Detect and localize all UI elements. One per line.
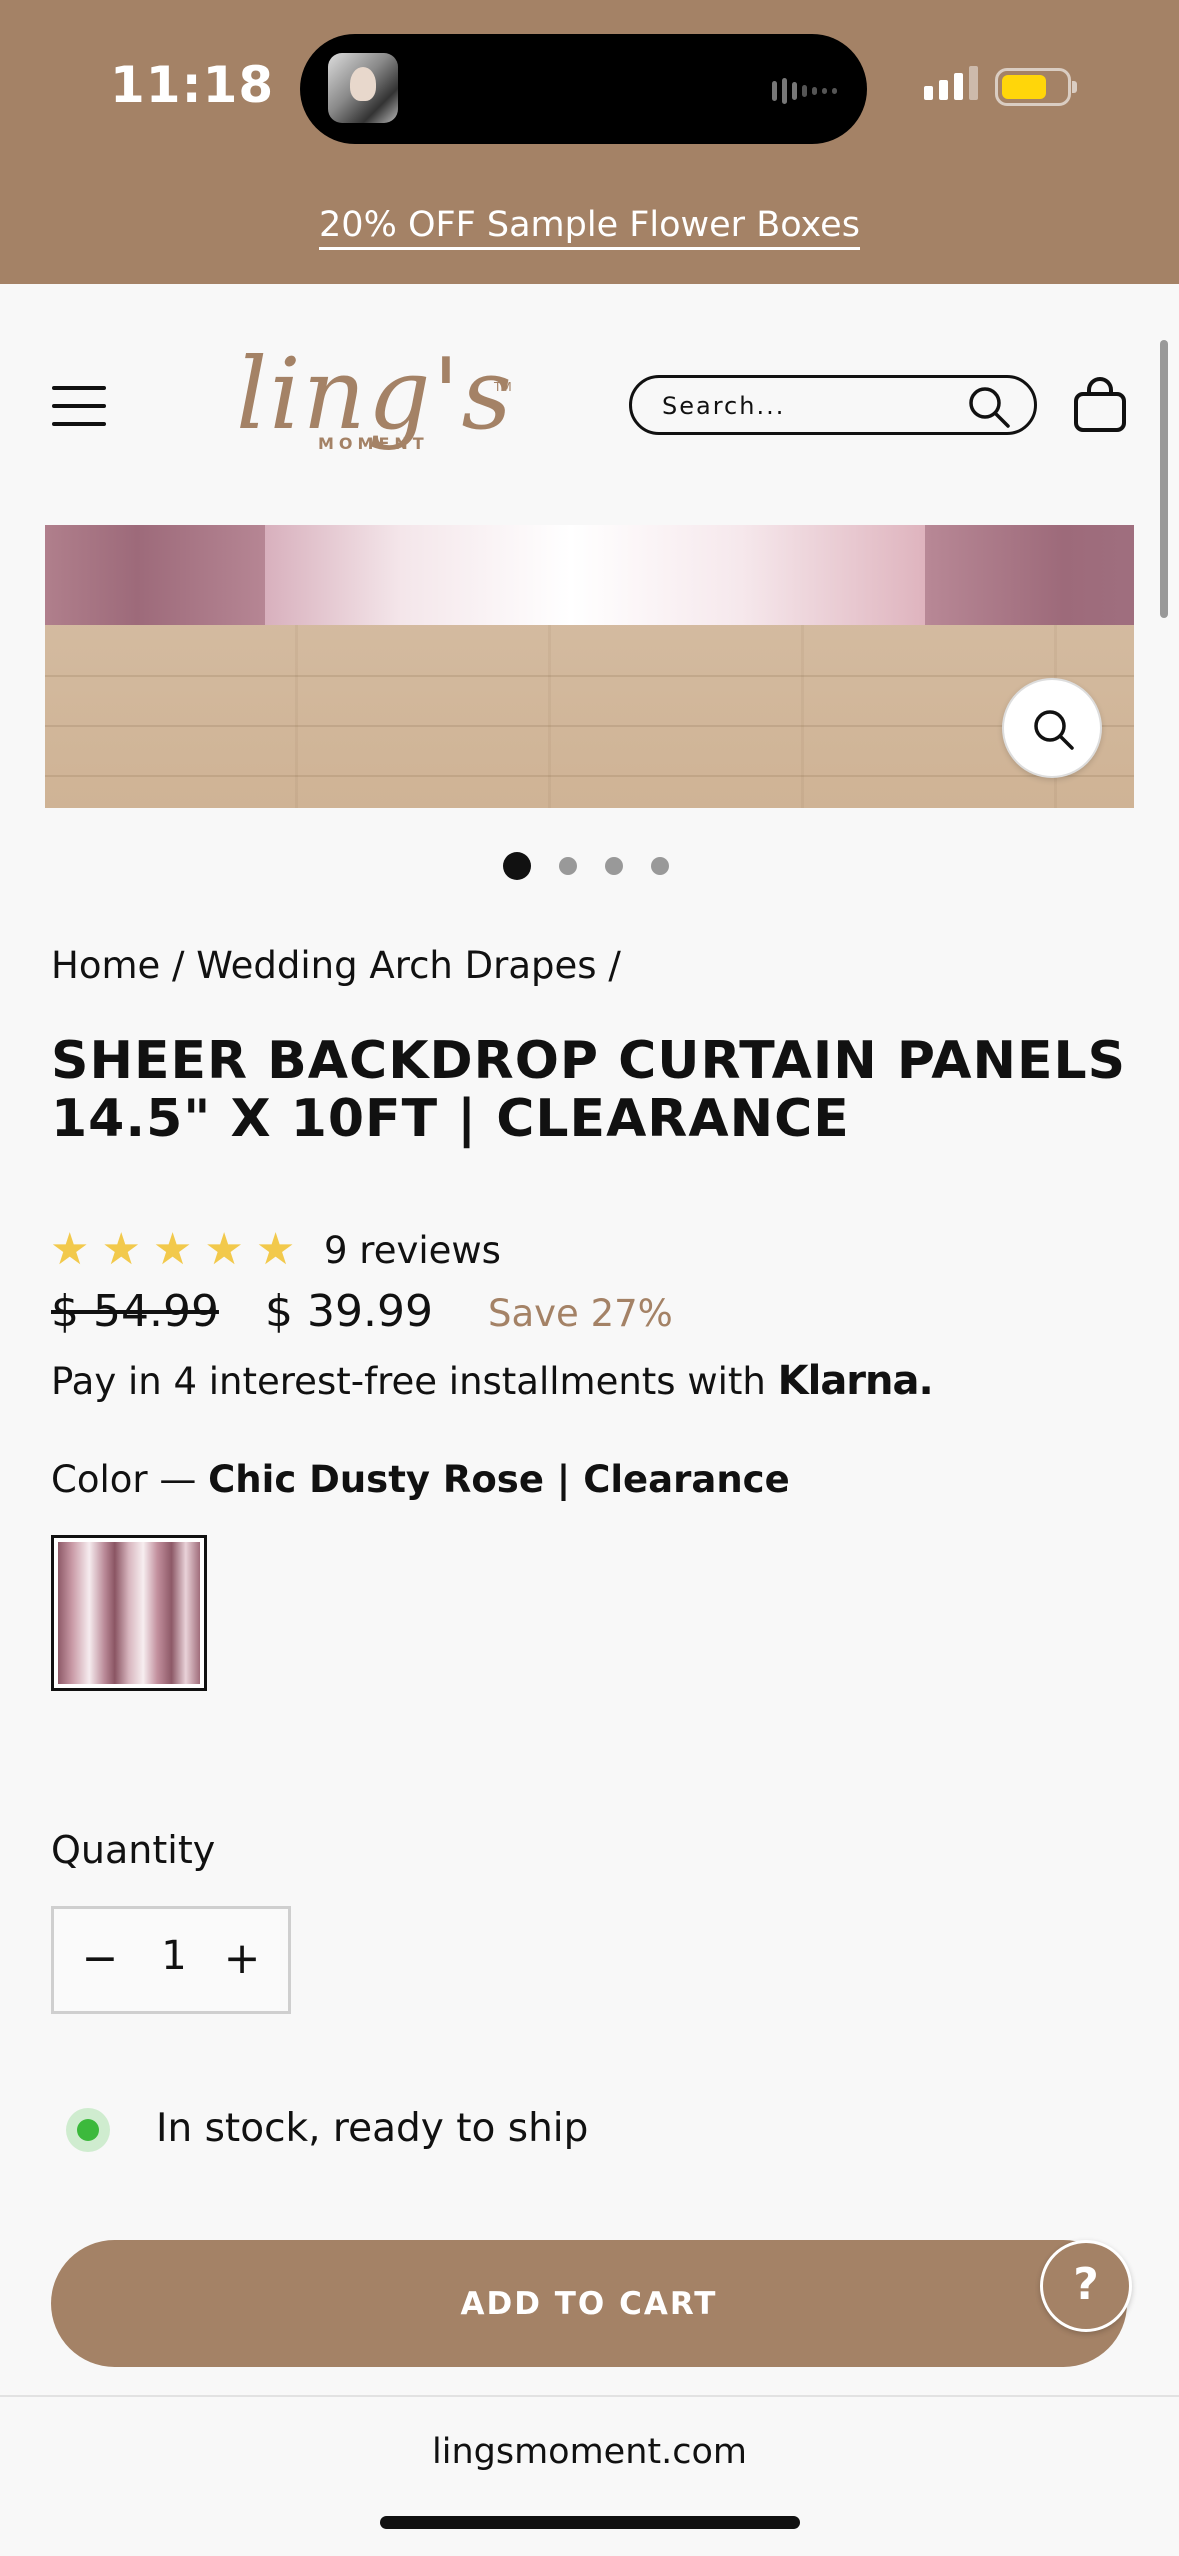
save-badge: Save 27% xyxy=(488,1292,673,1335)
image-floor-seam xyxy=(45,675,1134,677)
search-icon[interactable] xyxy=(966,384,1012,430)
reviews-link[interactable]: 9 reviews xyxy=(324,1229,501,1272)
logo-subtext: MOMENT xyxy=(318,434,429,453)
star-icon: ★ xyxy=(255,1224,296,1275)
image-curtain-left xyxy=(45,525,275,625)
sale-price: $ 39.99 xyxy=(265,1286,433,1337)
hamburger-menu-icon[interactable] xyxy=(52,384,106,428)
klarna-message[interactable]: Pay in 4 interest-free installments with… xyxy=(51,1358,934,1404)
battery-icon xyxy=(995,68,1077,106)
pagination-dot[interactable] xyxy=(651,857,669,875)
pagination-dot[interactable] xyxy=(559,857,577,875)
audio-waveform-icon xyxy=(772,78,837,104)
browser-address-bar xyxy=(0,2395,1179,2556)
page-scrollbar[interactable] xyxy=(1160,340,1168,618)
status-time: 11:18 xyxy=(110,56,275,114)
color-swatch-chic-dusty-rose[interactable] xyxy=(51,1535,207,1691)
star-icon: ★ xyxy=(152,1224,193,1275)
swatch-image xyxy=(58,1542,200,1684)
home-indicator[interactable] xyxy=(380,2516,800,2529)
logo-trademark: TM xyxy=(494,380,512,394)
original-price: $ 54.99 xyxy=(51,1286,219,1337)
add-to-cart-button[interactable]: ADD TO CART xyxy=(51,2240,1127,2367)
quantity-label: Quantity xyxy=(51,1828,216,1872)
color-option-label: Color — Chic Dusty Rose | Clearance xyxy=(51,1458,790,1501)
dynamic-island[interactable] xyxy=(300,34,867,144)
star-icon: ★ xyxy=(101,1224,141,1275)
gallery-pagination xyxy=(503,852,669,880)
quantity-value[interactable]: 1 xyxy=(144,1933,204,1979)
star-icon: ★ xyxy=(50,1224,90,1275)
promo-text[interactable]: 20% OFF Sample Flower Boxes xyxy=(319,205,860,250)
now-playing-artwork xyxy=(328,53,398,123)
cellular-signal-icon xyxy=(924,66,978,100)
image-curtain-center xyxy=(265,525,945,625)
star-icon: ★ xyxy=(204,1224,244,1275)
klarna-logo: Klarna. xyxy=(777,1358,934,1404)
site-logo[interactable]: ling's TM MOMENT xyxy=(236,332,516,482)
image-floor-seam xyxy=(45,775,1134,777)
stock-status: In stock, ready to ship xyxy=(156,2106,589,2151)
promo-banner-link[interactable]: 20% OFF Sample Flower Boxes xyxy=(0,205,1179,250)
top-bar: 11:18 20% OFF Sample Flower Boxes xyxy=(0,0,1179,284)
shopping-bag-icon[interactable] xyxy=(1072,376,1128,434)
search-box[interactable] xyxy=(629,375,1037,435)
image-curtain-right xyxy=(925,525,1134,625)
klarna-text: Pay in 4 interest-free installments with xyxy=(51,1360,766,1403)
product-title: SHEER BACKDROP CURTAIN PANELS 14.5" X 10… xyxy=(51,1031,1127,1149)
image-floor-seam xyxy=(45,725,1134,727)
browser-url[interactable]: lingsmoment.com xyxy=(0,2432,1179,2472)
color-value: Chic Dusty Rose | Clearance xyxy=(208,1458,790,1501)
help-button[interactable]: ? xyxy=(1040,2240,1132,2332)
in-stock-indicator-icon xyxy=(66,2108,110,2152)
breadcrumb[interactable]: Home / Wedding Arch Drapes / xyxy=(51,944,621,987)
quantity-stepper: − 1 + xyxy=(51,1906,291,2014)
magnifier-icon xyxy=(1034,710,1074,750)
rating-stars[interactable]: ★ ★ ★ ★ ★ xyxy=(50,1226,295,1274)
zoom-button[interactable] xyxy=(1002,678,1102,778)
decrease-quantity-button[interactable]: − xyxy=(70,1929,130,1989)
pagination-dot[interactable] xyxy=(503,852,531,880)
product-image[interactable] xyxy=(45,525,1134,808)
pagination-dot[interactable] xyxy=(605,857,623,875)
color-label: Color — xyxy=(51,1458,197,1501)
increase-quantity-button[interactable]: + xyxy=(212,1929,272,1989)
search-input[interactable] xyxy=(662,388,962,424)
